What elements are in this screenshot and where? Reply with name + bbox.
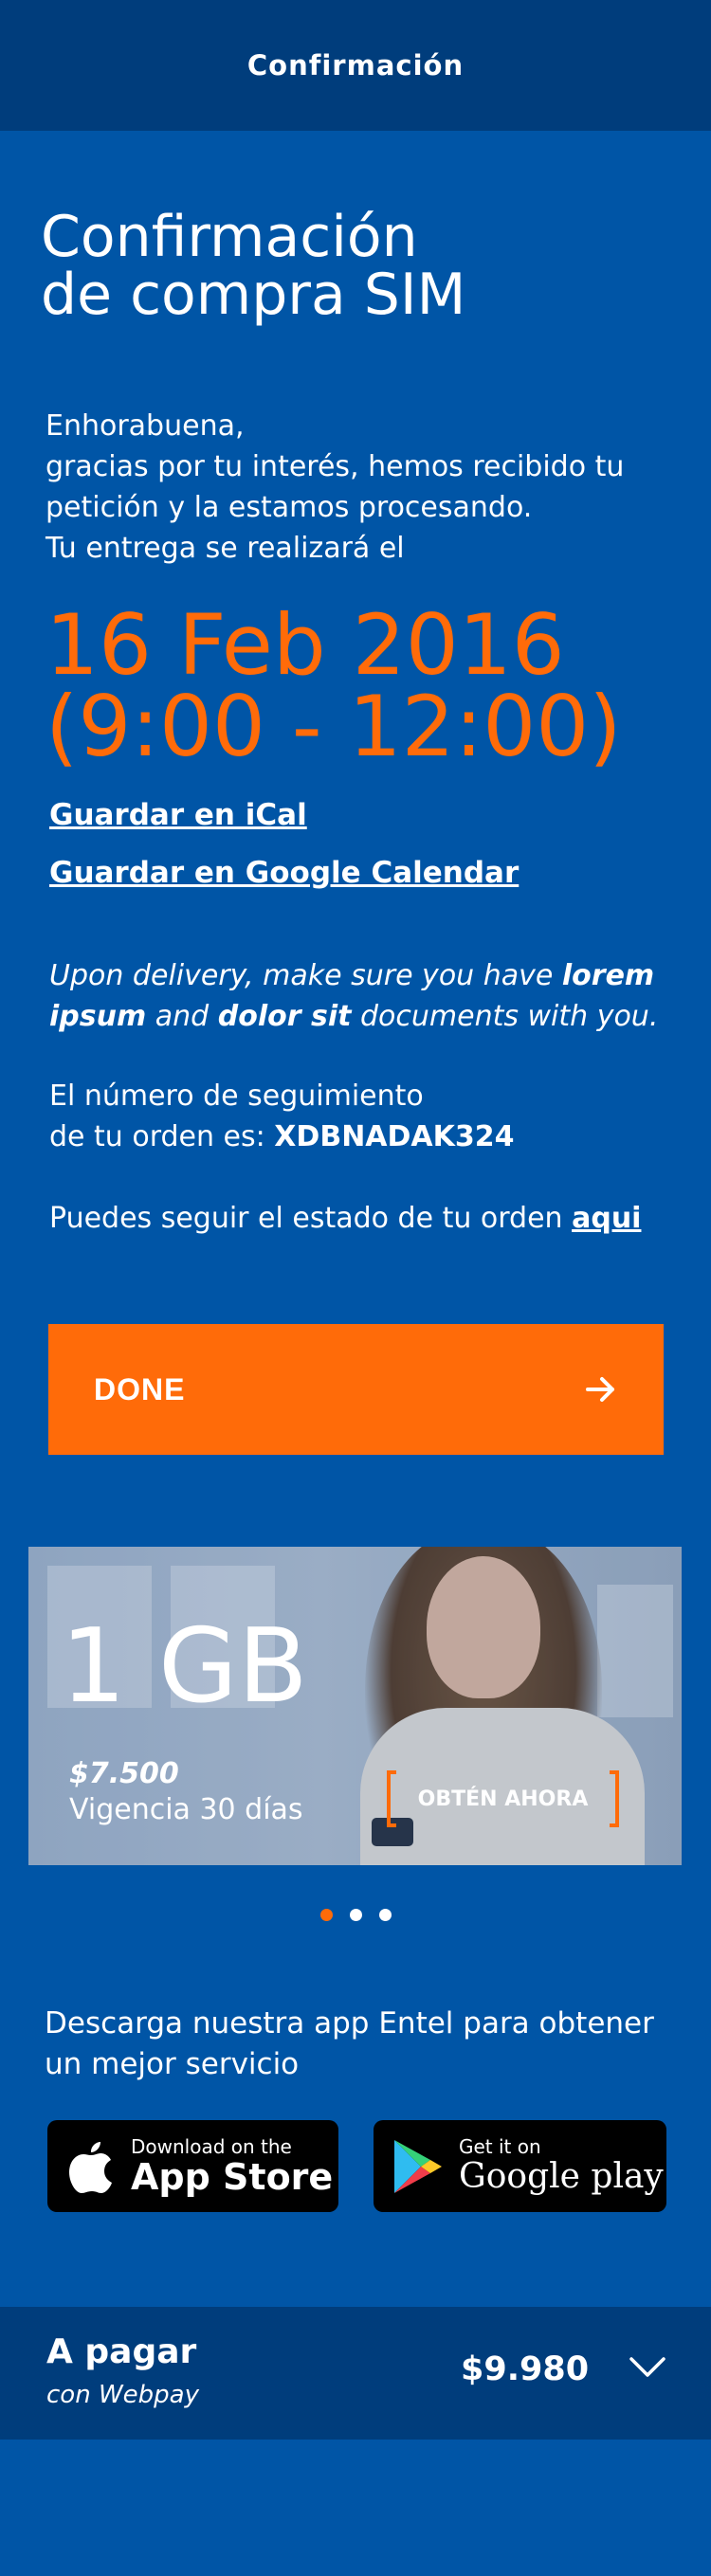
- page-title: Confirmación de compra SIM: [41, 209, 666, 324]
- tracking-code: XDBNADAK324: [274, 1120, 515, 1153]
- promo-validity: Vigencia 30 días: [69, 1793, 303, 1826]
- google-play-icon: [394, 2139, 442, 2193]
- save-google-calendar-link[interactable]: Guardar en Google Calendar: [49, 856, 519, 890]
- done-button-label: DONE: [94, 1371, 186, 1406]
- bracket-left: [387, 1770, 396, 1827]
- payment-label: A pagar: [46, 2332, 197, 2371]
- follow-status-link[interactable]: aqui: [572, 1202, 641, 1235]
- delivery-date: 16 Feb 2016: [46, 596, 565, 694]
- app-store-button[interactable]: Download on the App Store: [47, 2120, 338, 2212]
- follow-status: Puedes seguir el estado de tu orden aqui: [49, 1198, 694, 1239]
- payment-method: con Webpay: [46, 2381, 199, 2409]
- follow-status-text: Puedes seguir el estado de tu orden: [49, 1202, 573, 1235]
- carousel-dot-1[interactable]: [319, 1909, 333, 1921]
- app-store-text: Download on the App Store: [131, 2136, 333, 2197]
- carousel-dots: [0, 1909, 711, 1922]
- chevron-down-icon[interactable]: [629, 2356, 666, 2379]
- promo-price: $7.500: [69, 1757, 179, 1790]
- intro-line3: petición y la estamos procesando.: [46, 491, 533, 524]
- delivery-note-part2: and: [146, 1000, 218, 1033]
- app-store-small: Download on the: [131, 2134, 292, 2158]
- delivery-note-bold2: dolor sit: [217, 1000, 352, 1033]
- intro-text: Enhorabuena, gracias por tu interés, hem…: [46, 406, 690, 569]
- tracking-label: de tu orden es:: [49, 1120, 275, 1153]
- delivery-note-part3: documents with you.: [351, 1000, 659, 1033]
- arrow-right-icon: [586, 1377, 614, 1402]
- page-title-line2: de compra SIM: [41, 262, 466, 328]
- delivery-time: (9:00 - 12:00): [46, 678, 622, 775]
- bracket-right: [610, 1770, 619, 1827]
- promo-amount: 1 GB: [61, 1607, 308, 1726]
- carousel-dot-3[interactable]: [378, 1909, 392, 1921]
- apple-icon: [69, 2141, 112, 2193]
- tracking-info: El número de seguimiento de tu orden es:…: [49, 1076, 694, 1157]
- header-title: Confirmación: [246, 49, 465, 82]
- intro-line4: Tu entrega se realizará el: [46, 532, 405, 565]
- top-bar: Confirmación: [0, 0, 711, 131]
- page-title-line1: Confirmación: [41, 204, 418, 270]
- google-play-big: Google play: [459, 2156, 664, 2196]
- google-play-small: Get it on: [459, 2134, 541, 2158]
- payment-bar[interactable]: A pagar con Webpay $9.980: [0, 2307, 711, 2440]
- tracking-line1: El número de seguimiento: [49, 1079, 424, 1113]
- save-ical-link[interactable]: Guardar en iCal: [49, 798, 307, 832]
- tracking-line2: de tu orden es: XDBNADAK324: [49, 1116, 694, 1157]
- intro-line1: Enhorabuena,: [46, 409, 245, 443]
- delivery-note: Upon delivery, make sure you have lorem …: [49, 955, 694, 1037]
- carousel-dot-2[interactable]: [349, 1909, 362, 1921]
- done-button[interactable]: DONE: [48, 1324, 664, 1455]
- app-download-text: Descarga nuestra app Entel para obtener …: [45, 2006, 654, 2081]
- intro-line2: gracias por tu interés, hemos recibido t…: [46, 450, 625, 483]
- google-play-button[interactable]: Get it on Google play: [374, 2120, 666, 2212]
- google-play-text: Get it on Google play: [459, 2136, 664, 2197]
- delivery-note-part1: Upon delivery, make sure you have: [49, 959, 562, 992]
- get-now-label: OBTÉN AHORA: [417, 1787, 589, 1811]
- payment-amount: $9.980: [461, 2350, 590, 2388]
- delivery-date-block: 16 Feb 2016 (9:00 - 12:00): [46, 596, 690, 775]
- get-now-button[interactable]: OBTÉN AHORA: [387, 1770, 619, 1827]
- app-store-big: App Store: [131, 2155, 334, 2198]
- promo-banner[interactable]: 1 GB $7.500 Vigencia 30 días OBTÉN AHORA: [28, 1547, 682, 1865]
